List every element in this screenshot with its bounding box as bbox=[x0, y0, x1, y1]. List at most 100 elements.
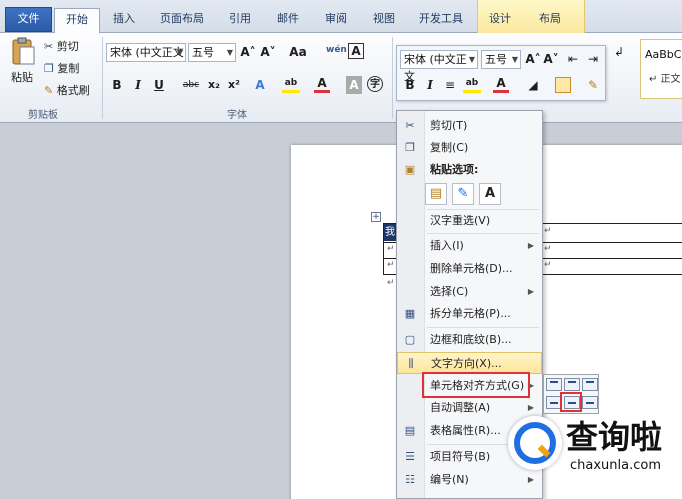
font-color-icon[interactable]: A bbox=[314, 76, 330, 93]
numbering-icon: ☷ bbox=[405, 473, 415, 486]
paste-icon[interactable] bbox=[10, 37, 36, 67]
selected-cell-text[interactable]: 我 bbox=[384, 224, 396, 241]
cell-end-mark: ↵ bbox=[544, 260, 552, 270]
tab-design[interactable]: 设计 bbox=[480, 8, 520, 33]
style-normal-gallery-item[interactable]: AaBbCc ↵ 正文 bbox=[640, 39, 682, 99]
tab-home[interactable]: 开始 bbox=[54, 8, 100, 34]
enclose-characters-icon[interactable]: 字 bbox=[367, 76, 383, 92]
highlight-icon[interactable]: ab bbox=[282, 76, 300, 93]
menu-item-label: 表格属性(R)... bbox=[430, 424, 501, 437]
tab-review[interactable]: 审阅 bbox=[316, 8, 356, 33]
align-top-left-icon[interactable] bbox=[546, 378, 562, 391]
menu-item-label: 汉字重选(V) bbox=[430, 214, 491, 227]
tab-view[interactable]: 视图 bbox=[364, 8, 404, 33]
menu-item-delete-cells[interactable]: 删除单元格(D)... bbox=[397, 258, 542, 280]
menu-item-text-direction[interactable]: ⫼ 文字方向(X)... bbox=[397, 352, 542, 374]
menu-item-copy[interactable]: ❐ 复制(C) bbox=[397, 137, 542, 159]
borders-icon[interactable] bbox=[555, 77, 571, 93]
group-separator bbox=[392, 37, 393, 119]
indent-icon[interactable]: ⇤ bbox=[565, 50, 581, 68]
bold-icon[interactable]: B bbox=[110, 76, 124, 94]
copy-button[interactable]: ❐ 复制 bbox=[44, 60, 79, 78]
menu-item-cut[interactable]: ✂ 剪切(T) bbox=[397, 115, 542, 137]
change-case-icon[interactable]: Aa bbox=[288, 43, 308, 61]
menu-item-label: 拆分单元格(P)... bbox=[430, 307, 511, 320]
ribbon-tab-bar: 文件 开始 插入 页面布局 引用 邮件 审阅 视图 开发工具 设计 布局 bbox=[0, 0, 682, 34]
table-properties-icon: ▤ bbox=[404, 424, 416, 437]
mini-format-painter-icon[interactable]: ✎ bbox=[585, 76, 601, 94]
menu-item-label: 项目符号(B) bbox=[430, 450, 491, 463]
show-marks-icon[interactable]: ↲ bbox=[612, 43, 626, 61]
superscript-icon[interactable]: x² bbox=[226, 76, 242, 94]
clipboard-group-label: 剪贴板 bbox=[28, 110, 58, 121]
font-size-combo[interactable]: 五号 ▼ bbox=[188, 43, 236, 62]
mini-highlight-icon[interactable]: ab bbox=[463, 76, 481, 93]
strikethrough-icon[interactable]: abc bbox=[180, 76, 202, 94]
align-top-right-icon[interactable] bbox=[582, 378, 598, 391]
font-name-value: 宋体 (中文正文 bbox=[110, 46, 184, 59]
menu-separator bbox=[427, 327, 539, 328]
tab-references[interactable]: 引用 bbox=[220, 8, 260, 33]
borders-icon: ▢ bbox=[404, 333, 416, 346]
menu-item-borders-shading[interactable]: ▢ 边框和底纹(B)... bbox=[397, 329, 542, 351]
paste-keep-formatting-icon[interactable]: ▤ bbox=[425, 183, 447, 205]
font-size-value: 五号 bbox=[192, 46, 214, 59]
font-name-combo[interactable]: 宋体 (中文正文 ▼ bbox=[106, 43, 186, 62]
menu-item-split-cells[interactable]: ▦ 拆分单元格(P)... bbox=[397, 303, 542, 325]
menu-item-select[interactable]: 选择(C) ▶ bbox=[397, 281, 542, 303]
menu-item-label: 复制(C) bbox=[430, 141, 469, 154]
tab-developer[interactable]: 开发工具 bbox=[410, 8, 472, 33]
tab-file[interactable]: 文件 bbox=[5, 7, 52, 32]
shading-icon[interactable]: ◢ bbox=[525, 76, 541, 94]
format-painter-label: 格式刷 bbox=[56, 84, 90, 97]
mini-bold-icon[interactable]: B bbox=[403, 76, 417, 94]
mini-font-name-combo[interactable]: 宋体 (中文正文 ▼ bbox=[400, 50, 478, 83]
align-top-center-icon[interactable] bbox=[564, 378, 580, 391]
menu-item-insert[interactable]: 插入(I) ▶ bbox=[397, 235, 542, 257]
split-cells-icon: ▦ bbox=[404, 307, 416, 320]
paste-button[interactable]: 粘贴 bbox=[11, 69, 33, 87]
format-painter-icon: ✎ bbox=[44, 84, 54, 97]
mini-font-size-combo[interactable]: 五号 ▼ bbox=[481, 50, 521, 69]
cell-end-mark: ↵ bbox=[387, 260, 395, 270]
outdent-icon[interactable]: ⇥ bbox=[585, 50, 601, 68]
paste-text-only-icon[interactable]: A bbox=[479, 183, 501, 205]
center-align-icon[interactable]: ≡ bbox=[443, 76, 457, 94]
submenu-arrow-icon: ▶ bbox=[527, 241, 534, 250]
subscript-icon[interactable]: x₂ bbox=[206, 76, 222, 94]
tab-page-layout[interactable]: 页面布局 bbox=[150, 8, 214, 33]
mini-italic-icon[interactable]: I bbox=[423, 76, 437, 94]
chevron-down-icon: ▼ bbox=[511, 55, 518, 64]
mini-toolbar: 宋体 (中文正文 ▼ 五号 ▼ A˄ A˅ ⇤ ⇥ B I ≡ ab A ◢ ✎ bbox=[396, 45, 606, 101]
mini-font-size-value: 五号 bbox=[485, 53, 507, 66]
copy-label: 复制 bbox=[57, 62, 80, 75]
menu-item-label: 粘贴选项: bbox=[430, 163, 479, 176]
grow-font-icon[interactable]: A˄ bbox=[240, 43, 256, 61]
tab-insert[interactable]: 插入 bbox=[104, 8, 144, 33]
highlight-box-cell-alignment bbox=[422, 372, 530, 398]
menu-item-label: 边框和底纹(B)... bbox=[430, 333, 512, 346]
text-effects-icon[interactable]: A bbox=[252, 76, 268, 94]
menu-item-label: 编号(N) bbox=[430, 473, 469, 486]
copy-icon: ❐ bbox=[44, 62, 54, 75]
mini-font-color-icon[interactable]: A bbox=[493, 76, 509, 93]
menu-item-reconvert[interactable]: 汉字重选(V) bbox=[397, 210, 542, 232]
paragraph-mark: ↵ bbox=[387, 278, 395, 288]
cut-button[interactable]: ✂ 剪切 bbox=[44, 38, 79, 56]
italic-icon[interactable]: I bbox=[131, 76, 145, 94]
phonetic-guide-icon[interactable]: wén bbox=[326, 41, 347, 59]
watermark-url: chaxunla.com bbox=[570, 458, 661, 473]
underline-icon[interactable]: U bbox=[152, 76, 166, 94]
paste-merge-formatting-icon[interactable]: ✎ bbox=[452, 183, 474, 205]
format-painter-button[interactable]: ✎ 格式刷 bbox=[44, 82, 90, 100]
tab-mailings[interactable]: 邮件 bbox=[268, 8, 308, 33]
align-center-right-icon[interactable] bbox=[582, 396, 598, 409]
tab-layout[interactable]: 布局 bbox=[530, 8, 570, 33]
ribbon: 粘贴 ✂ 剪切 ❐ 复制 ✎ 格式刷 剪贴板 宋体 (中文正文 ▼ 五号 ▼ A˄ … bbox=[0, 33, 682, 123]
table-move-handle-icon[interactable]: + bbox=[371, 212, 381, 222]
shrink-font-icon[interactable]: A˅ bbox=[260, 43, 276, 61]
mini-shrink-font-icon[interactable]: A˅ bbox=[543, 50, 559, 68]
mini-grow-font-icon[interactable]: A˄ bbox=[525, 50, 541, 68]
character-shading-icon[interactable]: A bbox=[346, 76, 362, 94]
character-border-icon[interactable]: A bbox=[348, 43, 364, 59]
